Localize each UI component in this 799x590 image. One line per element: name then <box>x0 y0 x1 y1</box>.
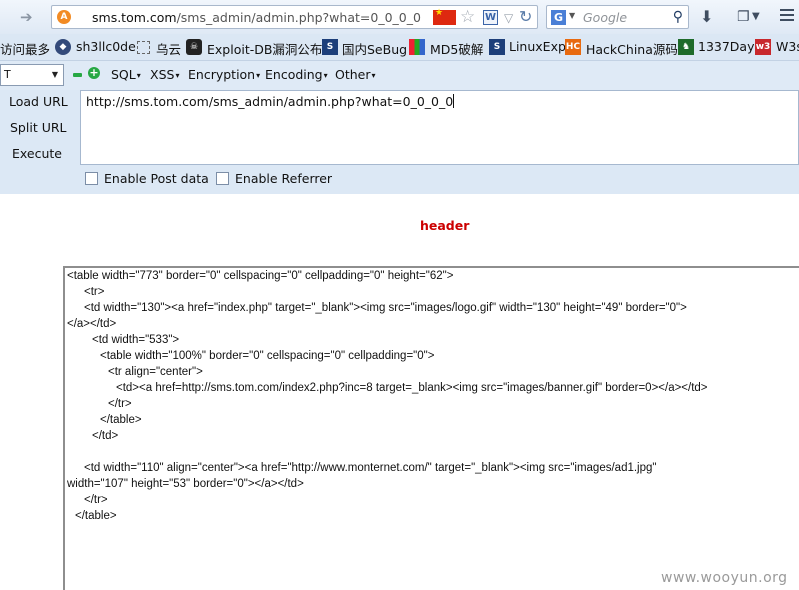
page-header-text: header <box>420 218 470 233</box>
bookmark-most-visited[interactable]: 访问最多 <box>0 39 50 58</box>
bookmark-linuxexp[interactable]: LinuxExp <box>509 39 566 54</box>
bookmark-1337day[interactable]: 1337Day <box>698 39 755 54</box>
hackbar-url-textarea[interactable]: http://sms.tom.com/sms_admin/admin.php?w… <box>80 90 799 165</box>
bookmarks-bar: 访问最多 ◆ sh3llc0de 乌云 ☠ Exploit-DB漏洞公布 S 国… <box>0 34 799 61</box>
engine-dropdown-icon[interactable]: ▼ <box>569 11 575 20</box>
dashed-folder-icon <box>137 41 150 54</box>
source-line: </tr> <box>84 494 108 506</box>
history-dropdown-icon[interactable]: ▽ <box>504 8 513 28</box>
source-line: <td><a href=http://sms.tom.com/index2.ph… <box>116 382 708 394</box>
w-extension-icon[interactable]: W <box>483 10 498 25</box>
hc-icon: HC <box>565 39 581 55</box>
referrer-checkbox[interactable] <box>216 172 229 185</box>
address-path: /sms_admin/admin.php?what=0_0_0_0 <box>176 10 421 25</box>
s-icon: S <box>489 39 505 55</box>
bookmark-star-icon[interactable]: ☆ <box>460 7 475 27</box>
source-line: <tr> <box>84 286 105 298</box>
navigation-bar: ➔ A sms.tom.com/sms_admin/admin.php?what… <box>0 0 799 34</box>
text-caret <box>453 94 455 108</box>
address-text[interactable]: sms.tom.com/sms_admin/admin.php?what=0_0… <box>92 10 421 25</box>
search-input[interactable]: Google <box>583 10 627 25</box>
source-textarea[interactable]: <table width="773" border="0" cellspacin… <box>63 266 799 590</box>
bookmark-w3s[interactable]: W3s <box>776 39 799 54</box>
source-line: </td> <box>92 430 119 442</box>
menu-icon[interactable] <box>780 9 794 23</box>
execute-button[interactable]: Execute <box>4 143 70 165</box>
source-line: <table width="773" border="0" cellspacin… <box>67 270 454 282</box>
hackbar-url-value: http://sms.tom.com/sms_admin/admin.php?w… <box>86 94 454 109</box>
w3-icon: w3 <box>755 39 771 55</box>
split-url-button[interactable]: Split URL <box>4 117 70 139</box>
forward-arrow-icon[interactable]: ➔ <box>20 8 38 26</box>
chevron-down-icon: ▼ <box>51 70 58 79</box>
load-url-button[interactable]: Load URL <box>4 91 70 113</box>
reload-icon[interactable]: ↻ <box>519 7 532 27</box>
bookmark-md5[interactable]: MD5破解 <box>430 39 483 58</box>
post-data-checkbox[interactable] <box>85 172 98 185</box>
decrease-icon[interactable] <box>73 73 82 77</box>
bookmark-sebug[interactable]: 国内SeBug <box>342 39 407 58</box>
search-icon[interactable]: ⚲ <box>673 8 683 26</box>
bookmark-exploit-db[interactable]: Exploit-DB漏洞公布 <box>207 39 322 58</box>
clipboard-icon[interactable]: ❐ <box>737 7 750 27</box>
address-bar[interactable]: A sms.tom.com/sms_admin/admin.php?what=0… <box>51 5 538 29</box>
address-host: sms.tom.com <box>92 10 177 25</box>
source-line: </tr> <box>108 398 132 410</box>
cube-icon: ◆ <box>55 39 71 55</box>
source-line: </table> <box>75 510 117 522</box>
download-icon[interactable]: ⬇ <box>700 7 713 27</box>
hackbar-select[interactable]: T ▼ <box>0 64 64 86</box>
s-icon: S <box>322 39 338 55</box>
grid-icon <box>409 39 425 55</box>
referrer-label: Enable Referrer <box>235 171 333 186</box>
google-engine-icon[interactable]: G <box>551 10 566 25</box>
source-line: <td width="533"> <box>92 334 180 346</box>
source-line: width="107" height="53" border="0"></a><… <box>67 478 304 490</box>
hackbar-select-value: T <box>4 68 11 81</box>
skull-icon: ☠ <box>186 39 202 55</box>
watermark-text: www.wooyun.org <box>661 570 788 586</box>
chevron-down-icon[interactable]: ▼ <box>752 7 760 27</box>
bookmark-sh3llc0de[interactable]: sh3llc0de <box>76 39 136 54</box>
source-line: </a></td> <box>67 318 117 330</box>
hackbar-toolbar: T ▼ + SQL XSS Encryption Encoding Other <box>0 61 799 90</box>
menu-sql[interactable]: SQL <box>111 67 141 82</box>
bookmark-hackchina[interactable]: HackChina源码 <box>586 39 678 58</box>
bookmark-wooyun[interactable]: 乌云 <box>156 39 181 58</box>
menu-encryption[interactable]: Encryption <box>188 67 260 82</box>
source-line: <td width="130"><a href="index.php" targ… <box>84 302 687 314</box>
menu-other[interactable]: Other <box>335 67 376 82</box>
shield-icon: ♞ <box>678 39 694 55</box>
site-identity-icon[interactable]: A <box>57 10 71 24</box>
post-data-label: Enable Post data <box>104 171 209 186</box>
menu-encoding[interactable]: Encoding <box>265 67 328 82</box>
source-line: <table width="100%" border="0" cellspaci… <box>100 350 435 362</box>
hackbar-panel: Load URL Split URL Execute http://sms.to… <box>0 90 799 194</box>
menu-xss[interactable]: XSS <box>150 67 179 82</box>
search-bar[interactable]: G ▼ Google ⚲ <box>546 5 689 29</box>
increase-icon[interactable]: + <box>88 67 100 79</box>
source-line: <tr align="center"> <box>108 366 203 378</box>
china-flag-icon[interactable] <box>433 8 456 25</box>
source-line: <td width="110" align="center"><a href="… <box>84 462 657 474</box>
source-line: </table> <box>100 414 142 426</box>
